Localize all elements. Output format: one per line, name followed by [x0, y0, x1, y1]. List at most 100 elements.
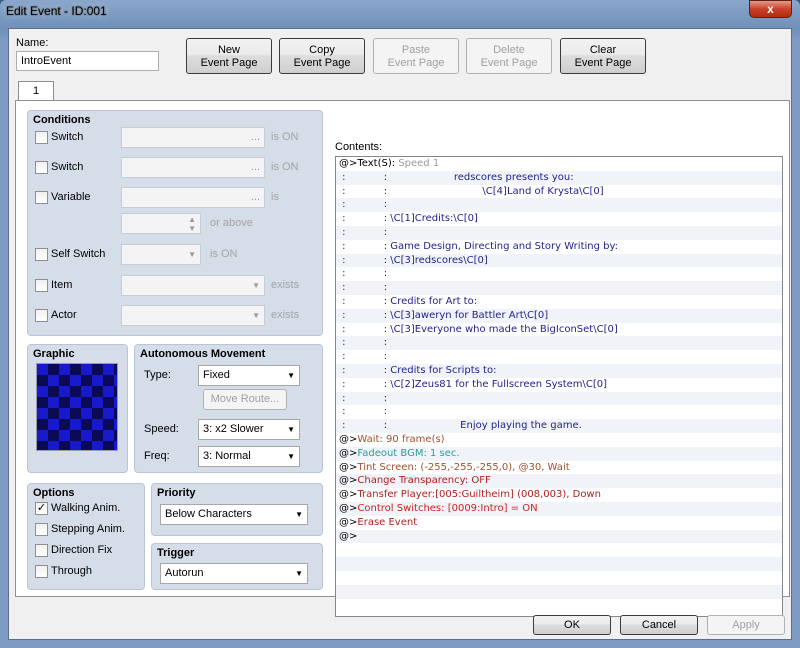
- ok-button[interactable]: OK: [533, 615, 611, 635]
- command-line[interactable]: @>Transfer Player:[005:Guiltheim] (008,0…: [336, 488, 782, 502]
- command-line[interactable]: : :: [336, 225, 782, 240]
- apply-button[interactable]: Apply: [707, 615, 785, 635]
- command-detail: Erase Event: [357, 516, 418, 528]
- dialog-client: Name: IntroEvent New Event Page Copy Even…: [8, 28, 792, 640]
- switch1-field[interactable]: ...: [121, 127, 265, 148]
- item-label: Item: [51, 279, 73, 291]
- variable-checkbox[interactable]: [35, 191, 48, 204]
- command-line[interactable]: @>Control Switches: [0009:Intro] = ON: [336, 501, 782, 516]
- name-field[interactable]: IntroEvent: [16, 51, 159, 71]
- option-label-1: Stepping Anim.: [51, 523, 125, 535]
- spin-up-icon[interactable]: ▲: [188, 215, 196, 224]
- switch1-suffix: is ON: [271, 131, 299, 143]
- switch2-checkbox[interactable]: [35, 161, 48, 174]
- graphic-group: Graphic: [27, 344, 128, 473]
- priority-select[interactable]: Below Characters ▼: [160, 504, 308, 525]
- move-route-button[interactable]: Move Route...: [203, 389, 287, 410]
- priority-value: Below Characters: [165, 508, 252, 520]
- command-line[interactable]: : : Game Design, Directing and Story Wri…: [336, 240, 782, 254]
- command-line[interactable]: @>Erase Event: [336, 516, 782, 530]
- self-switch-select[interactable]: ▼: [121, 244, 201, 265]
- close-icon[interactable]: x: [749, 0, 792, 18]
- freq-select[interactable]: 3: Normal ▼: [198, 446, 300, 467]
- new-event-page-button[interactable]: New Event Page: [186, 38, 272, 74]
- title-bar[interactable]: Edit Event - ID:001 x: [0, 0, 800, 22]
- item-select[interactable]: ▼: [121, 275, 265, 296]
- command-text: @>: [339, 516, 358, 528]
- command-line[interactable]: : :: [336, 391, 782, 406]
- command-line[interactable]: : :: [336, 198, 782, 213]
- type-select[interactable]: Fixed ▼: [198, 365, 300, 386]
- speed-select[interactable]: 3: x2 Slower ▼: [198, 419, 300, 440]
- autonomous-movement-group: Autonomous Movement Type: Fixed ▼ Move Ro…: [134, 344, 323, 473]
- freq-value: 3: Normal: [203, 450, 251, 462]
- command-detail: Wait: 90 frame(s): [357, 433, 445, 445]
- chevron-down-icon: ▼: [295, 510, 303, 519]
- variable-field[interactable]: ...: [121, 187, 265, 208]
- switch2-field[interactable]: ...: [121, 157, 265, 178]
- command-line[interactable]: : :: [336, 281, 782, 295]
- event-graphic-preview[interactable]: [36, 363, 118, 451]
- variable-value-spinner[interactable]: ▲ ▼: [121, 213, 201, 234]
- item-checkbox[interactable]: [35, 279, 48, 292]
- command-line[interactable]: : : \C[3]aweryn for Battler Art\C[0]: [336, 308, 782, 323]
- copy-event-page-button[interactable]: Copy Event Page: [279, 38, 365, 74]
- variable-suffix: is: [271, 191, 279, 203]
- empty-command-row: [336, 584, 782, 599]
- empty-command-row: [336, 543, 782, 557]
- switch1-checkbox[interactable]: [35, 131, 48, 144]
- self-switch-checkbox[interactable]: [35, 248, 48, 261]
- tab-page-1[interactable]: 1: [18, 81, 54, 101]
- paste-event-page-button[interactable]: Paste Event Page: [373, 38, 459, 74]
- speed-label: Speed:: [144, 423, 179, 435]
- command-line[interactable]: : :: [336, 405, 782, 419]
- command-line[interactable]: : : Enjoy playing the game.: [336, 419, 782, 433]
- actor-select[interactable]: ▼: [121, 305, 265, 326]
- command-line[interactable]: : : \C[3]redscores\C[0]: [336, 253, 782, 268]
- empty-command-row: [336, 599, 782, 613]
- command-line[interactable]: : :: [336, 267, 782, 281]
- command-line[interactable]: @>Fadeout BGM: 1 sec.: [336, 446, 782, 461]
- command-line[interactable]: @>Tint Screen: (-255,-255,-255,0), @30, …: [336, 461, 782, 475]
- actor-label: Actor: [51, 309, 77, 321]
- ellipsis-icon: ...: [250, 161, 260, 173]
- trigger-group: Trigger Autorun ▼: [151, 543, 323, 590]
- command-line[interactable]: : : \C[4]Land of Krysta\C[0]: [336, 185, 782, 199]
- command-line[interactable]: @>Text(S): Speed 1: [336, 157, 782, 171]
- command-text: : :: [339, 199, 388, 211]
- command-line[interactable]: : : \C[1]Credits:\C[0]: [336, 212, 782, 226]
- option-checkbox-2[interactable]: [35, 544, 48, 557]
- command-line[interactable]: : : \C[2]Zeus81 for the Fullscreen Syste…: [336, 378, 782, 392]
- actor-checkbox[interactable]: [35, 309, 48, 322]
- trigger-select[interactable]: Autorun ▼: [160, 563, 308, 584]
- command-line[interactable]: : :: [336, 336, 782, 351]
- option-checkbox-1[interactable]: [35, 523, 48, 536]
- window-title: Edit Event - ID:001: [6, 4, 107, 18]
- command-line[interactable]: : :: [336, 350, 782, 364]
- option-label-3: Through: [51, 565, 92, 577]
- command-line[interactable]: : : Credits for Art to:: [336, 295, 782, 309]
- command-line[interactable]: : : \C[3]Everyone who made the BigIconSe…: [336, 323, 782, 337]
- delete-event-page-button[interactable]: Delete Event Page: [466, 38, 552, 74]
- command-line[interactable]: @>Wait: 90 frame(s): [336, 433, 782, 447]
- command-text: : : \C[4]Land of Krysta\C[0]: [339, 185, 604, 197]
- contents-label: Contents:: [335, 141, 383, 153]
- ellipsis-icon: ...: [250, 131, 260, 143]
- command-text: : :: [339, 351, 388, 363]
- autonomous-title: Autonomous Movement: [140, 348, 266, 360]
- option-checkbox-3[interactable]: [35, 565, 48, 578]
- spin-down-icon[interactable]: ▼: [188, 224, 196, 233]
- cancel-button[interactable]: Cancel: [620, 615, 698, 635]
- command-line[interactable]: @>Change Transparency: OFF: [336, 474, 782, 489]
- command-line[interactable]: : : redscores presents you:: [336, 170, 782, 185]
- event-commands-list[interactable]: @>Text(S): Speed 1 : : redscores present…: [335, 156, 783, 617]
- actor-suffix: exists: [271, 309, 300, 321]
- command-text: : : redscores presents you:: [339, 171, 574, 183]
- command-line[interactable]: : : Credits for Scripts to:: [336, 363, 782, 378]
- option-checkbox-0[interactable]: ✓: [35, 502, 48, 515]
- trigger-title: Trigger: [157, 547, 195, 559]
- priority-title: Priority: [157, 487, 196, 499]
- clear-event-page-button[interactable]: Clear Event Page: [560, 38, 646, 74]
- chevron-down-icon: ▼: [188, 250, 196, 259]
- command-line[interactable]: @>: [336, 529, 782, 544]
